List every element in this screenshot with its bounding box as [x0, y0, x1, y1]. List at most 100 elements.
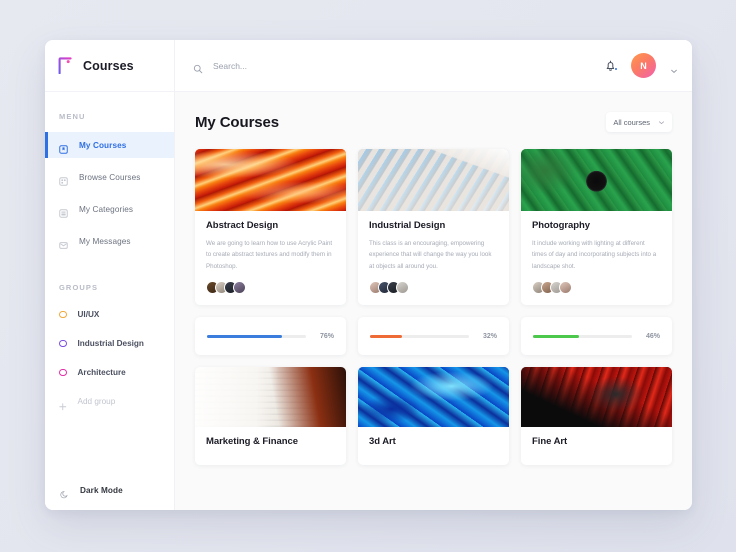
course-description: It include working with lighting at diff… — [532, 240, 657, 270]
brand[interactable]: Courses — [45, 40, 174, 92]
course-title: Marketing & Finance — [206, 436, 298, 448]
course-card-body: Abstract Design We are going to learn ho… — [195, 211, 346, 305]
course-thumbnail — [358, 367, 509, 428]
course-grid-secondary: Marketing & Finance 3d Art Fine Art — [195, 367, 672, 466]
folder-icon — [59, 205, 68, 218]
topbar: N — [175, 40, 692, 92]
course-filter-label: All courses — [613, 117, 650, 127]
chevron-down-icon[interactable] — [670, 62, 678, 73]
sidebar-item-my-courses[interactable]: My Courses — [45, 132, 174, 158]
topbar-actions: N — [604, 53, 678, 78]
chevron-down-icon — [658, 113, 665, 131]
groups-section-label: GROUPS — [59, 283, 99, 292]
sidebar-item-my-categories[interactable]: My Categories — [45, 196, 174, 222]
progress-bar-track — [370, 335, 469, 338]
course-thumbnail — [195, 367, 346, 428]
course-thumbnail — [521, 149, 672, 211]
content-area: My Courses All courses Abstract Design W… — [175, 92, 692, 510]
course-card[interactable]: Abstract Design We are going to learn ho… — [195, 149, 346, 306]
course-card[interactable]: Industrial Design This class is an encou… — [358, 149, 509, 306]
sidebar-item-label: My Messages — [79, 236, 131, 246]
course-card-body: Marketing & Finance — [195, 427, 346, 465]
menu-section: MENU My Courses Browse Courses My Catego… — [45, 112, 174, 260]
avatar[interactable]: N — [631, 53, 656, 78]
sidebar-item-my-messages[interactable]: My Messages — [45, 228, 174, 254]
group-item-industrial-design[interactable]: Industrial Design — [45, 332, 174, 355]
add-group-label: Add group — [77, 397, 116, 406]
progress-bar-track — [533, 335, 632, 338]
sidebar-item-label: My Categories — [79, 204, 134, 214]
group-item-architecture[interactable]: Architecture — [45, 361, 174, 384]
course-card-body: Photography It include working with ligh… — [521, 211, 672, 305]
progress-bar-fill — [370, 335, 402, 338]
course-title: Fine Art — [532, 436, 568, 448]
course-card-body: 3d Art — [358, 427, 509, 465]
group-item-label: Architecture — [77, 368, 126, 377]
course-title: 3d Art — [369, 436, 396, 448]
menu-section-label: MENU — [59, 112, 86, 121]
app-window: Courses MENU My Courses Browse Courses M… — [45, 40, 692, 510]
circle-icon — [59, 339, 67, 348]
progress-bar-fill — [533, 335, 579, 338]
bookmark-icon — [59, 141, 68, 154]
course-description: We are going to learn how to use Acrylic… — [206, 240, 333, 270]
progress-percent: 76% — [319, 332, 334, 340]
brand-title: Courses — [83, 58, 134, 73]
course-card[interactable]: Photography It include working with ligh… — [521, 149, 672, 306]
course-participants — [369, 281, 498, 295]
course-progress: 32% — [358, 317, 509, 356]
content-header: My Courses All courses — [195, 92, 672, 149]
notification-badge — [613, 67, 618, 71]
search-bar[interactable] — [193, 60, 604, 73]
dark-mode-toggle[interactable]: Dark Mode — [45, 470, 174, 510]
menu-nav: My Courses Browse Courses My Categories … — [45, 132, 174, 260]
course-progress: 46% — [521, 317, 672, 356]
mail-icon — [59, 237, 68, 249]
group-item-uiux[interactable]: UI/UX — [45, 303, 174, 326]
participant-avatar[interactable] — [559, 281, 572, 295]
sidebar-item-label: My Courses — [79, 140, 127, 150]
course-participants — [532, 281, 661, 295]
progress-grid: 76% 32% 46% — [195, 317, 672, 356]
search-input[interactable] — [213, 60, 413, 71]
progress-percent: 32% — [482, 332, 497, 340]
participant-avatar[interactable] — [233, 281, 246, 295]
page-title: My Courses — [195, 113, 280, 131]
course-participants — [206, 281, 335, 295]
course-card-body: Fine Art — [521, 427, 672, 465]
course-progress: 76% — [195, 317, 346, 356]
add-group-button[interactable]: Add group — [45, 390, 174, 413]
course-thumbnail — [195, 149, 346, 211]
notification-bell-icon[interactable] — [604, 59, 618, 73]
progress-bar-fill — [207, 335, 283, 338]
avatar-initial: N — [640, 60, 647, 71]
course-thumbnail — [358, 149, 509, 211]
progress-bar-track — [207, 335, 306, 338]
course-title: Photography — [532, 220, 591, 231]
course-title: Industrial Design — [369, 220, 446, 231]
course-description: This class is an encouraging, empowering… — [369, 240, 492, 270]
course-grid: Abstract Design We are going to learn ho… — [195, 149, 672, 306]
participant-avatar[interactable] — [396, 281, 409, 295]
groups-list: UI/UX Industrial Design Architecture Add… — [45, 303, 174, 419]
course-card[interactable]: Fine Art — [521, 367, 672, 466]
f-logo-icon — [58, 57, 73, 75]
circle-icon — [59, 310, 67, 319]
course-card[interactable]: Marketing & Finance — [195, 367, 346, 466]
sidebar-item-label: Browse Courses — [79, 172, 141, 182]
course-card-body: Industrial Design This class is an encou… — [358, 211, 509, 305]
group-item-label: UI/UX — [77, 310, 100, 319]
course-title: Abstract Design — [206, 220, 279, 231]
moon-icon — [60, 486, 69, 498]
search-icon — [193, 61, 203, 73]
progress-percent: 46% — [645, 332, 660, 340]
dark-mode-label: Dark Mode — [80, 485, 123, 495]
sidebar: Courses MENU My Courses Browse Courses M… — [45, 40, 175, 510]
circle-icon — [59, 368, 67, 377]
course-card[interactable]: 3d Art — [358, 367, 509, 466]
grid-icon — [59, 173, 68, 186]
sidebar-item-browse-courses[interactable]: Browse Courses — [45, 164, 174, 190]
course-filter-select[interactable]: All courses — [606, 112, 672, 132]
